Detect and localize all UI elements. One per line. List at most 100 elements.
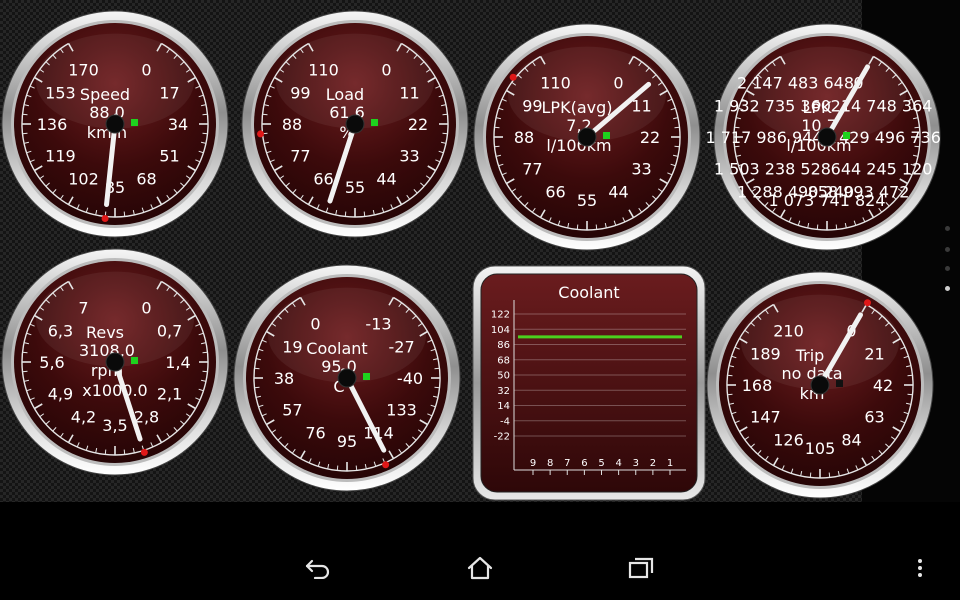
- gauge-tick-label: 51: [159, 147, 179, 166]
- red-marker: [509, 73, 517, 81]
- back-button[interactable]: [298, 548, 338, 588]
- chart-y-tick-label: 86: [497, 340, 510, 351]
- red-marker: [101, 214, 109, 222]
- chart-y-tick-label: -22: [494, 432, 510, 443]
- lpk-gauge[interactable]: 0214 748 364429 496 736644 245 120858 99…: [705, 22, 942, 252]
- gauge-tick-label: 105: [805, 439, 836, 458]
- trip-gauge[interactable]: 021426384105126147168189210Tripno datakm: [705, 270, 935, 500]
- gauge-tick-label: 0: [141, 60, 151, 79]
- gauge-dial: 01734516885102119136153170Speed88,0km/h: [1, 10, 229, 238]
- gauge-tick-label: 88: [282, 115, 302, 134]
- chart-title: Coolant: [558, 283, 619, 302]
- gauge-tick-label: 55: [345, 178, 365, 197]
- home-button[interactable]: [460, 548, 500, 588]
- gauge-tick-label: 34: [168, 115, 188, 134]
- gauge-tick-label: 68: [136, 170, 156, 189]
- gauge-dial: 021426384105126147168189210Tripno datakm: [706, 271, 934, 499]
- gauge-tick-label: 57: [282, 401, 302, 420]
- gauge-tick-label: 429 496 736: [839, 128, 941, 147]
- gauge-tick-label: 5,6: [39, 353, 64, 372]
- gauge-tick-label: 1 288 490 240: [737, 183, 854, 202]
- gauge-tick-label: 133: [386, 401, 417, 420]
- gauge-tick-label: 42: [873, 376, 893, 395]
- chart-x-tick-label: 6: [581, 458, 587, 469]
- recents-button[interactable]: [621, 548, 661, 588]
- gauge-title: LPK(avg): [542, 98, 613, 117]
- needle-hub: [577, 127, 597, 147]
- gauge-tick-label: 110: [308, 60, 339, 79]
- page-indicator-dot[interactable]: [945, 247, 950, 252]
- load-gauge[interactable]: 0 11 22 33 44 55 66 77 88 99 110 Load 61,6%: [240, 9, 470, 239]
- status-indicator: [603, 132, 610, 139]
- chart-x-tick-label: 8: [547, 458, 553, 469]
- recents-icon: [628, 557, 654, 579]
- gauge-tick-label: 33: [399, 147, 419, 166]
- gauge-tick-label: 76: [305, 424, 325, 443]
- gauge-tick-label: 63: [864, 408, 884, 427]
- gauge-tick-label: 19: [282, 338, 302, 357]
- chart-y-tick-label: -4: [500, 416, 510, 427]
- gauge-tick-label: 44: [376, 170, 396, 189]
- gauge-tick-label: 136: [37, 115, 68, 134]
- back-icon: [305, 559, 330, 579]
- gauge-title: Trip: [795, 346, 825, 365]
- gauge-tick-label: -40: [397, 369, 423, 388]
- gauge-tick-label: 84: [841, 431, 861, 450]
- gauge-tick-label: 4,9: [48, 385, 73, 404]
- gauge-tick-label: 66: [545, 183, 565, 202]
- revs-gauge[interactable]: 0 0,7 1,4 2,1 2,8 3,5 4,2 4,9 5,6 6,3 7 Revs 3108,0 r…: [0, 247, 230, 477]
- status-indicator: [371, 119, 378, 126]
- gauge-title: Revs: [86, 323, 124, 342]
- status-indicator: [843, 132, 850, 139]
- chart-face: [480, 273, 698, 493]
- gauge-tick-label: 210: [773, 321, 804, 340]
- chart-y-tick-label: 122: [491, 310, 510, 321]
- overflow-menu-button[interactable]: [900, 548, 940, 588]
- gauge-tick-label: 99: [522, 97, 542, 116]
- gauge-tick-label: 6,3: [48, 322, 73, 341]
- coolant-gauge[interactable]: -13 -27 -40 133 114 95 76 57 38 19 0 Coolant 95,0 C: [232, 263, 462, 493]
- gauge-tick-label: 99: [290, 84, 310, 103]
- red-marker: [382, 461, 390, 469]
- needle-hub: [105, 114, 125, 134]
- chart-x-tick-label: 5: [598, 458, 604, 469]
- red-marker: [257, 130, 265, 138]
- gauge-tick-label: 95: [337, 432, 357, 451]
- gauge-title: Speed: [80, 85, 130, 104]
- gauge-tick-label: 644 245 120: [831, 160, 933, 179]
- red-marker: [140, 448, 148, 456]
- gauge-tick-label: 153: [45, 84, 76, 103]
- gauge-tick-label: 189: [750, 345, 781, 364]
- needle-hub: [337, 368, 357, 388]
- gauge-tick-label: 66: [313, 170, 333, 189]
- overflow-menu-icon: [918, 559, 922, 577]
- page-indicator-dot[interactable]: [945, 226, 950, 231]
- gauge-tick-label: -13: [365, 314, 391, 333]
- gauge-tick-label: 2 147 483 648: [737, 73, 854, 92]
- page-indicator-dot-active[interactable]: [945, 286, 950, 291]
- gauge-tick-label: 88: [514, 128, 534, 147]
- gauge-tick-label: 0: [381, 60, 391, 79]
- gauge-tick-label: 0: [310, 314, 320, 333]
- gauge-title: LPK: [802, 98, 832, 117]
- page-indicator-dot[interactable]: [945, 266, 950, 271]
- gauge-tick-label: 17: [159, 84, 179, 103]
- speed-gauge[interactable]: 0 17 34 51 68 85 102 119 136 153 170 Speed 88,0 km/h: [0, 9, 230, 239]
- gauge-tick-label: 119: [45, 147, 76, 166]
- coolant-chart-panel[interactable]: Coolant 122 104 86 68 50 32 14 -4 -22 987654321: [472, 265, 706, 505]
- gauge-tick-label: 3,5: [102, 416, 127, 435]
- chart-x-tick-label: 4: [615, 458, 621, 469]
- gauge-tick-label: 4,2: [71, 408, 96, 427]
- red-marker: [864, 299, 871, 307]
- lpk-avg-gauge[interactable]: 0 11 22 33 44 55 66 77 88 99 110 LPK(avg) 7,2 l/100km: [472, 22, 702, 252]
- needle-hub: [810, 375, 830, 395]
- chart-x-tick-label: 1: [667, 458, 673, 469]
- gauge-dial: -13-27-4013311495765738190Coolant95,0C: [233, 264, 461, 492]
- chart-y-tick-label: 50: [497, 371, 510, 382]
- gauge-dial: 00,71,42,12,83,54,24,95,66,37Revs3108,0r…: [1, 248, 229, 476]
- gauge-tick-label: 1,4: [165, 353, 190, 372]
- gauge-tick-label: 0: [613, 73, 623, 92]
- gauge-tick-label: 11: [399, 84, 419, 103]
- gauge-tick-label: 168: [742, 376, 773, 395]
- gauge-tick-label: 22: [408, 115, 428, 134]
